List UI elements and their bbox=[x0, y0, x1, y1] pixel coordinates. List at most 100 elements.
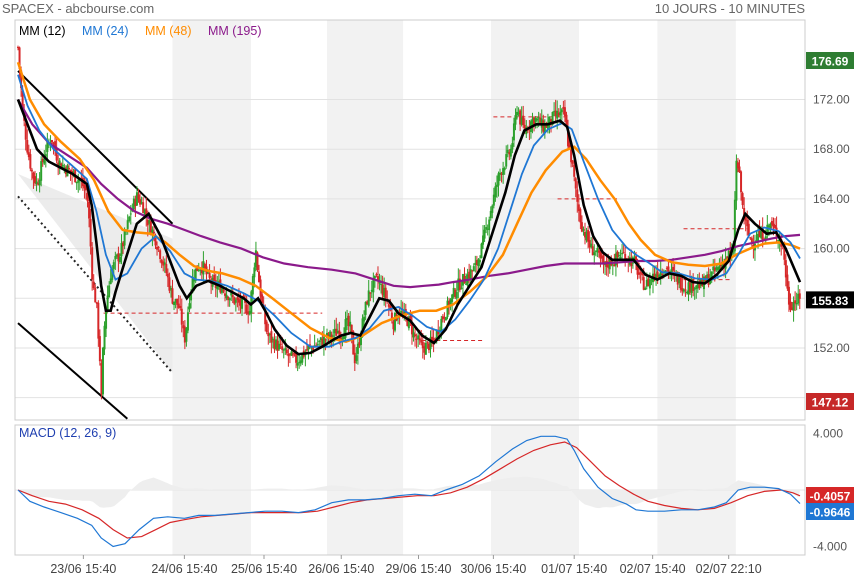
candle-body bbox=[26, 139, 29, 153]
candle-body bbox=[92, 281, 95, 289]
candle-body bbox=[318, 340, 321, 342]
candle-body bbox=[684, 289, 687, 291]
candle-body bbox=[369, 292, 372, 294]
candle-body bbox=[480, 243, 483, 259]
legend-entry-ma: MM (12) bbox=[19, 24, 66, 38]
macd-tick-label: -4.000 bbox=[813, 540, 847, 554]
candle-body bbox=[265, 321, 268, 333]
candle-body bbox=[363, 316, 366, 322]
candle-body bbox=[582, 229, 585, 231]
candle-body bbox=[644, 287, 647, 290]
candle-body bbox=[63, 166, 66, 168]
candle-body bbox=[511, 143, 514, 150]
candle-body bbox=[123, 231, 126, 246]
legend-entry-ma: MM (195) bbox=[208, 24, 261, 38]
candle-body bbox=[444, 317, 447, 321]
candle-body bbox=[94, 287, 97, 303]
candle-body bbox=[522, 115, 525, 126]
candle-body bbox=[101, 347, 104, 395]
candle-body bbox=[316, 344, 319, 346]
candle-body bbox=[679, 277, 682, 290]
candle-body bbox=[560, 109, 563, 113]
candle-body bbox=[616, 251, 619, 258]
candle-body bbox=[208, 272, 211, 278]
candle-body bbox=[228, 298, 231, 301]
x-tick-label: 26/06 15:40 bbox=[308, 562, 374, 576]
x-tick-label: 24/06 15:40 bbox=[151, 562, 217, 576]
candle-body bbox=[279, 343, 282, 345]
macd-title: MACD (12, 26, 9) bbox=[19, 426, 116, 440]
candle-body bbox=[494, 186, 497, 197]
candle-body bbox=[373, 275, 376, 279]
candle-body bbox=[514, 115, 517, 125]
macd-value: -0.9646 bbox=[810, 506, 851, 520]
x-tick-label: 29/06 15:40 bbox=[385, 562, 451, 576]
x-tick-label: 23/06 15:40 bbox=[50, 562, 116, 576]
candle-body bbox=[139, 199, 142, 205]
candle-body bbox=[574, 178, 577, 189]
candle-body bbox=[375, 274, 378, 276]
candle-body bbox=[672, 266, 675, 271]
candle-body bbox=[40, 161, 43, 181]
candle-body bbox=[622, 252, 625, 254]
candle-body bbox=[234, 299, 237, 303]
candle-body bbox=[97, 302, 100, 339]
candle-body bbox=[61, 164, 64, 167]
candle-body bbox=[536, 118, 539, 121]
candle-body bbox=[509, 148, 512, 157]
x-tick-label: 02/07 15:40 bbox=[620, 562, 686, 576]
candle-body bbox=[384, 287, 387, 299]
candle-body bbox=[231, 295, 234, 298]
candle-body bbox=[491, 205, 494, 213]
candle-body bbox=[741, 193, 744, 206]
candle-body bbox=[292, 354, 295, 356]
x-tick-label: 01/07 15:40 bbox=[541, 562, 607, 576]
candle-body bbox=[497, 173, 500, 186]
candle-body bbox=[794, 300, 797, 304]
candle-body bbox=[105, 311, 108, 329]
candle-body bbox=[573, 164, 576, 177]
candle-body bbox=[460, 287, 463, 289]
candle-body bbox=[798, 293, 801, 299]
candle-body bbox=[188, 303, 191, 310]
candle-body bbox=[129, 213, 132, 215]
candle-body bbox=[617, 255, 620, 257]
candle-body bbox=[50, 140, 53, 143]
price-last-label: 155.83 bbox=[812, 294, 849, 308]
candle-body bbox=[166, 273, 169, 278]
candle-body bbox=[157, 246, 160, 249]
candle-body bbox=[483, 229, 486, 239]
price-tick-label: 160.00 bbox=[813, 242, 850, 256]
macd-signal-value: -0.4057 bbox=[810, 490, 851, 504]
candle-body bbox=[472, 266, 475, 272]
candle-body bbox=[118, 256, 121, 263]
candle-body bbox=[30, 169, 33, 172]
candle-body bbox=[29, 154, 32, 169]
candle-body bbox=[488, 219, 491, 231]
price-tick-label: 164.00 bbox=[813, 192, 850, 206]
legend-entry-ma: MM (24) bbox=[82, 24, 129, 38]
candle-body bbox=[587, 229, 590, 242]
price-tick-label: 172.00 bbox=[813, 93, 850, 107]
candle-body bbox=[750, 238, 753, 243]
candle-body bbox=[281, 346, 284, 350]
candle-body bbox=[503, 167, 506, 171]
candle-body bbox=[222, 289, 225, 292]
candle-body bbox=[112, 262, 115, 269]
candle-body bbox=[165, 264, 168, 274]
price-tick-label: 168.00 bbox=[813, 142, 850, 156]
macd-tick-label: 4.000 bbox=[813, 426, 843, 440]
price-low-label: 147.12 bbox=[812, 396, 849, 410]
price-panel-day-shade bbox=[326, 20, 404, 420]
candle-body bbox=[478, 260, 481, 263]
candle-body bbox=[593, 252, 596, 255]
candle-body bbox=[67, 168, 70, 170]
candle-body bbox=[667, 266, 670, 273]
candle-body bbox=[296, 363, 299, 366]
candle-body bbox=[426, 341, 429, 343]
candle-body bbox=[253, 267, 256, 278]
candle-body bbox=[324, 339, 327, 341]
candle-body bbox=[159, 250, 162, 260]
price-panel-day-shade bbox=[491, 20, 579, 420]
stock-chart-svg: MM (12)MM (24)MM (48)MM (195)148.00152.0… bbox=[14, 19, 854, 576]
